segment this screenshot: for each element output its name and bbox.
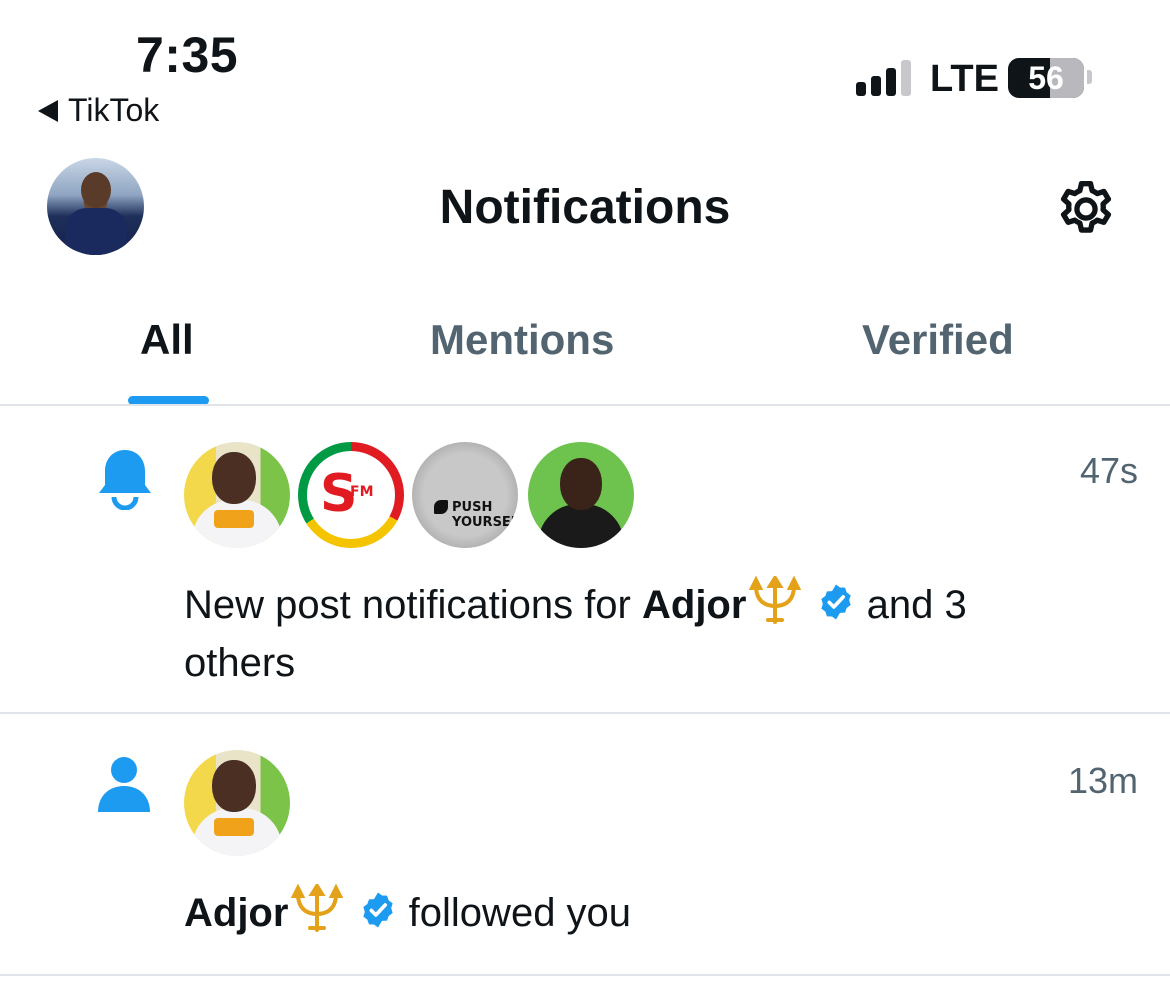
- avatar-adjor[interactable]: [184, 442, 290, 548]
- avatar-portrait[interactable]: [528, 442, 634, 548]
- avatar-push-yourself[interactable]: PUSH YOURSELF: [412, 442, 518, 548]
- settings-gear-icon[interactable]: [1054, 177, 1118, 241]
- status-time: 7:35: [136, 27, 239, 83]
- network-type: LTE: [930, 58, 999, 100]
- notification-time: 13m: [1068, 760, 1139, 801]
- person-follow-icon: [98, 757, 150, 812]
- user-name[interactable]: Adjor: [184, 891, 288, 935]
- notification-text: Adjor followed you: [184, 884, 631, 942]
- battery-tip: [1087, 70, 1092, 84]
- battery-level: 56: [1028, 60, 1064, 96]
- user-name[interactable]: Adjor: [642, 583, 746, 627]
- tab-mentions[interactable]: Mentions: [430, 316, 614, 364]
- push-yourself-logo-text: PUSH YOURSELF: [452, 500, 518, 530]
- notification-text: New post notifications for Adjor and 3 ot…: [184, 576, 967, 692]
- sfm-logo-fm: FM: [350, 484, 374, 500]
- battery-icon: 56: [1008, 58, 1084, 98]
- back-arrow-icon: [38, 99, 58, 122]
- row-divider: [0, 712, 1170, 714]
- bell-icon: [99, 450, 151, 510]
- avatar-sfm[interactable]: S FM: [298, 442, 404, 548]
- trident-emoji-icon: [291, 884, 344, 932]
- cellular-signal-icon: [856, 60, 911, 96]
- tab-all[interactable]: All: [140, 316, 194, 364]
- avatar-adjor[interactable]: [184, 750, 290, 856]
- trident-emoji-icon: [749, 576, 802, 624]
- verified-badge-icon: [820, 584, 851, 620]
- back-to-app-button[interactable]: TikTok: [38, 92, 159, 129]
- tab-verified[interactable]: Verified: [862, 316, 1014, 364]
- back-app-label: TikTok: [68, 92, 160, 128]
- verified-badge-icon: [362, 892, 393, 928]
- page-title: Notifications: [439, 181, 731, 234]
- tabs-divider: [0, 404, 1170, 406]
- notification-time: 47s: [1080, 450, 1139, 491]
- row-divider: [0, 974, 1170, 976]
